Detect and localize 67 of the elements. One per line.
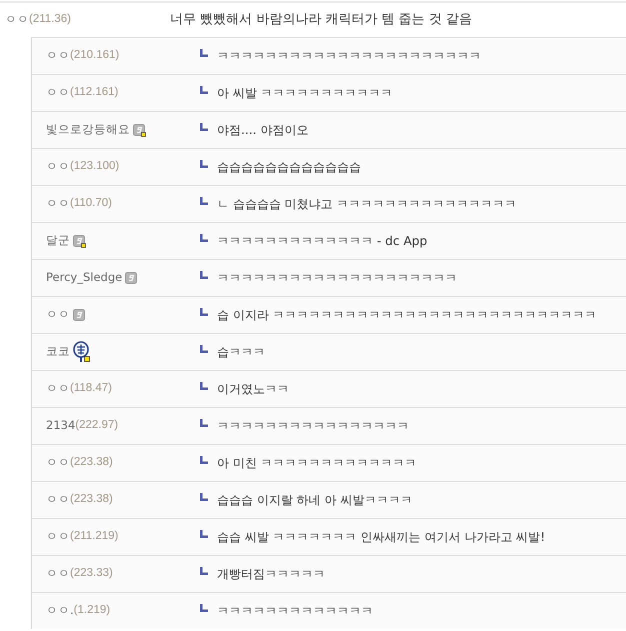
reply-corner-icon bbox=[200, 160, 208, 168]
author-name: 2134 bbox=[46, 417, 76, 434]
emblem-icon bbox=[73, 341, 90, 363]
author-name: ㅇㅇ bbox=[46, 195, 70, 212]
author-name: ㅇㅇ bbox=[46, 528, 70, 546]
reply-corner-icon bbox=[200, 493, 208, 502]
author-name: ㅇㅇ bbox=[46, 84, 70, 102]
author-name: ㅇㅇ bbox=[5, 11, 29, 28]
reply-text: 습습습 이지랄 하네 아 씨발ㅋㅋㅋㅋ bbox=[217, 492, 412, 509]
reply-corner-icon bbox=[200, 197, 208, 206]
reply-text: 아 미친 ㅋㅋㅋㅋㅋㅋㅋㅋㅋㅋㅋㅋㅋ bbox=[217, 454, 417, 472]
reply-text: 습ㅋㅋㅋ bbox=[217, 344, 265, 361]
ip-address: (118.47) bbox=[70, 381, 112, 396]
ip-address: (223.38) bbox=[70, 455, 113, 470]
reply-text: 습 이지라 ㅋㅋㅋㅋㅋㅋㅋㅋㅋㅋㅋㅋㅋㅋㅋㅋㅋㅋㅋㅋㅋㅋㅋㅋㅋㅋㅋ bbox=[217, 306, 597, 324]
member-icon bbox=[125, 272, 138, 284]
reply-text: 습습 씨발 ㅋㅋㅋㅋㅋㅋㅋ 인싸새끼는 여기서 나가라고 씨발! bbox=[217, 528, 546, 546]
author-name: Percy_Sledge bbox=[46, 269, 122, 286]
reply-text: ㅋㅋㅋㅋㅋㅋㅋㅋㅋㅋㅋㅋㅋ - dc App bbox=[217, 232, 428, 250]
reply-text: ㅋㅋㅋㅋㅋㅋㅋㅋㅋㅋㅋㅋㅋㅋㅋㅋㅋㅋㅋㅋ bbox=[217, 270, 457, 287]
author-name: ㅇㅇ bbox=[46, 158, 70, 176]
reply-text: ㅋㅋㅋㅋㅋㅋㅋㅋㅋㅋㅋㅋㅋ bbox=[217, 602, 373, 620]
ip-address: (110.70) bbox=[70, 196, 112, 212]
reply-corner-icon bbox=[200, 345, 208, 354]
comment-text: 너무 뺐뺐해서 바람의나라 캐릭터가 템 줍는 것 같음 bbox=[170, 11, 472, 30]
author-name: ㅇㅇ bbox=[46, 565, 70, 582]
author-name: ㅇㅇ. bbox=[46, 602, 74, 620]
reply-corner-icon bbox=[200, 419, 208, 428]
author-name: ㅇㅇ bbox=[46, 47, 70, 64]
member-icon bbox=[73, 234, 86, 248]
reply-corner-icon bbox=[200, 308, 208, 316]
ip-address: (223.33) bbox=[70, 566, 113, 582]
ip-address: (1.219) bbox=[74, 603, 110, 618]
reply-corner-icon bbox=[200, 382, 208, 390]
author-name: ㅇㅇ bbox=[46, 380, 70, 398]
reply-corner-icon bbox=[200, 49, 208, 58]
ip-address: (123.100) bbox=[70, 159, 120, 174]
reply-text: 개빵터짐ㅋㅋㅋㅋㅋ bbox=[217, 566, 325, 583]
author-name: 달군 bbox=[46, 232, 70, 250]
member-icon bbox=[133, 124, 146, 136]
ip-address: (210.161) bbox=[70, 48, 120, 64]
ip-address: (223.38) bbox=[70, 492, 113, 508]
ip-address: (112.161) bbox=[70, 85, 118, 100]
ip-address: (211.219) bbox=[70, 529, 118, 544]
reply-corner-icon bbox=[200, 271, 208, 280]
reply-text: 이거였노ㅋㅋ bbox=[217, 380, 289, 398]
reply-text: ㄴ 습습습습 미쳤냐고 ㅋㅋㅋㅋㅋㅋㅋㅋㅋㅋㅋㅋㅋㅋㅋ bbox=[217, 196, 517, 213]
reply-text: ㅋㅋㅋㅋㅋㅋㅋㅋㅋㅋㅋㅋㅋㅋㅋㅋ bbox=[217, 418, 409, 435]
author-name: 빛으로강등해요 bbox=[46, 121, 130, 138]
reply-text: 야점.... 야점이오 bbox=[217, 122, 308, 139]
ip-address: (222.97) bbox=[75, 418, 118, 434]
reply-corner-icon bbox=[200, 234, 208, 242]
author-name: ㅇㅇ bbox=[46, 306, 70, 324]
reply-corner-icon bbox=[200, 456, 208, 464]
reply-corner-icon bbox=[200, 567, 208, 576]
reply-corner-icon bbox=[200, 604, 208, 612]
reply-text: ㅋㅋㅋㅋㅋㅋㅋㅋㅋㅋㅋㅋㅋㅋㅋㅋㅋㅋㅋㅋㅋㅋ bbox=[217, 48, 481, 65]
reply-corner-icon bbox=[200, 123, 208, 132]
author-name: ㅇㅇ bbox=[46, 491, 70, 508]
member-icon bbox=[73, 309, 85, 321]
author-name: ㅇㅇ bbox=[46, 454, 70, 472]
reply-corner-icon bbox=[200, 86, 208, 94]
reply-corner-icon bbox=[200, 530, 208, 538]
ip-address: (211.36) bbox=[29, 12, 71, 28]
reply-text: 습습습습습습습습습습습습 bbox=[217, 158, 361, 176]
author-name: 코코 bbox=[46, 343, 70, 360]
reply-text: 아 씨발 ㅋㅋㅋㅋㅋㅋㅋㅋㅋㅋㅋ bbox=[217, 84, 393, 102]
